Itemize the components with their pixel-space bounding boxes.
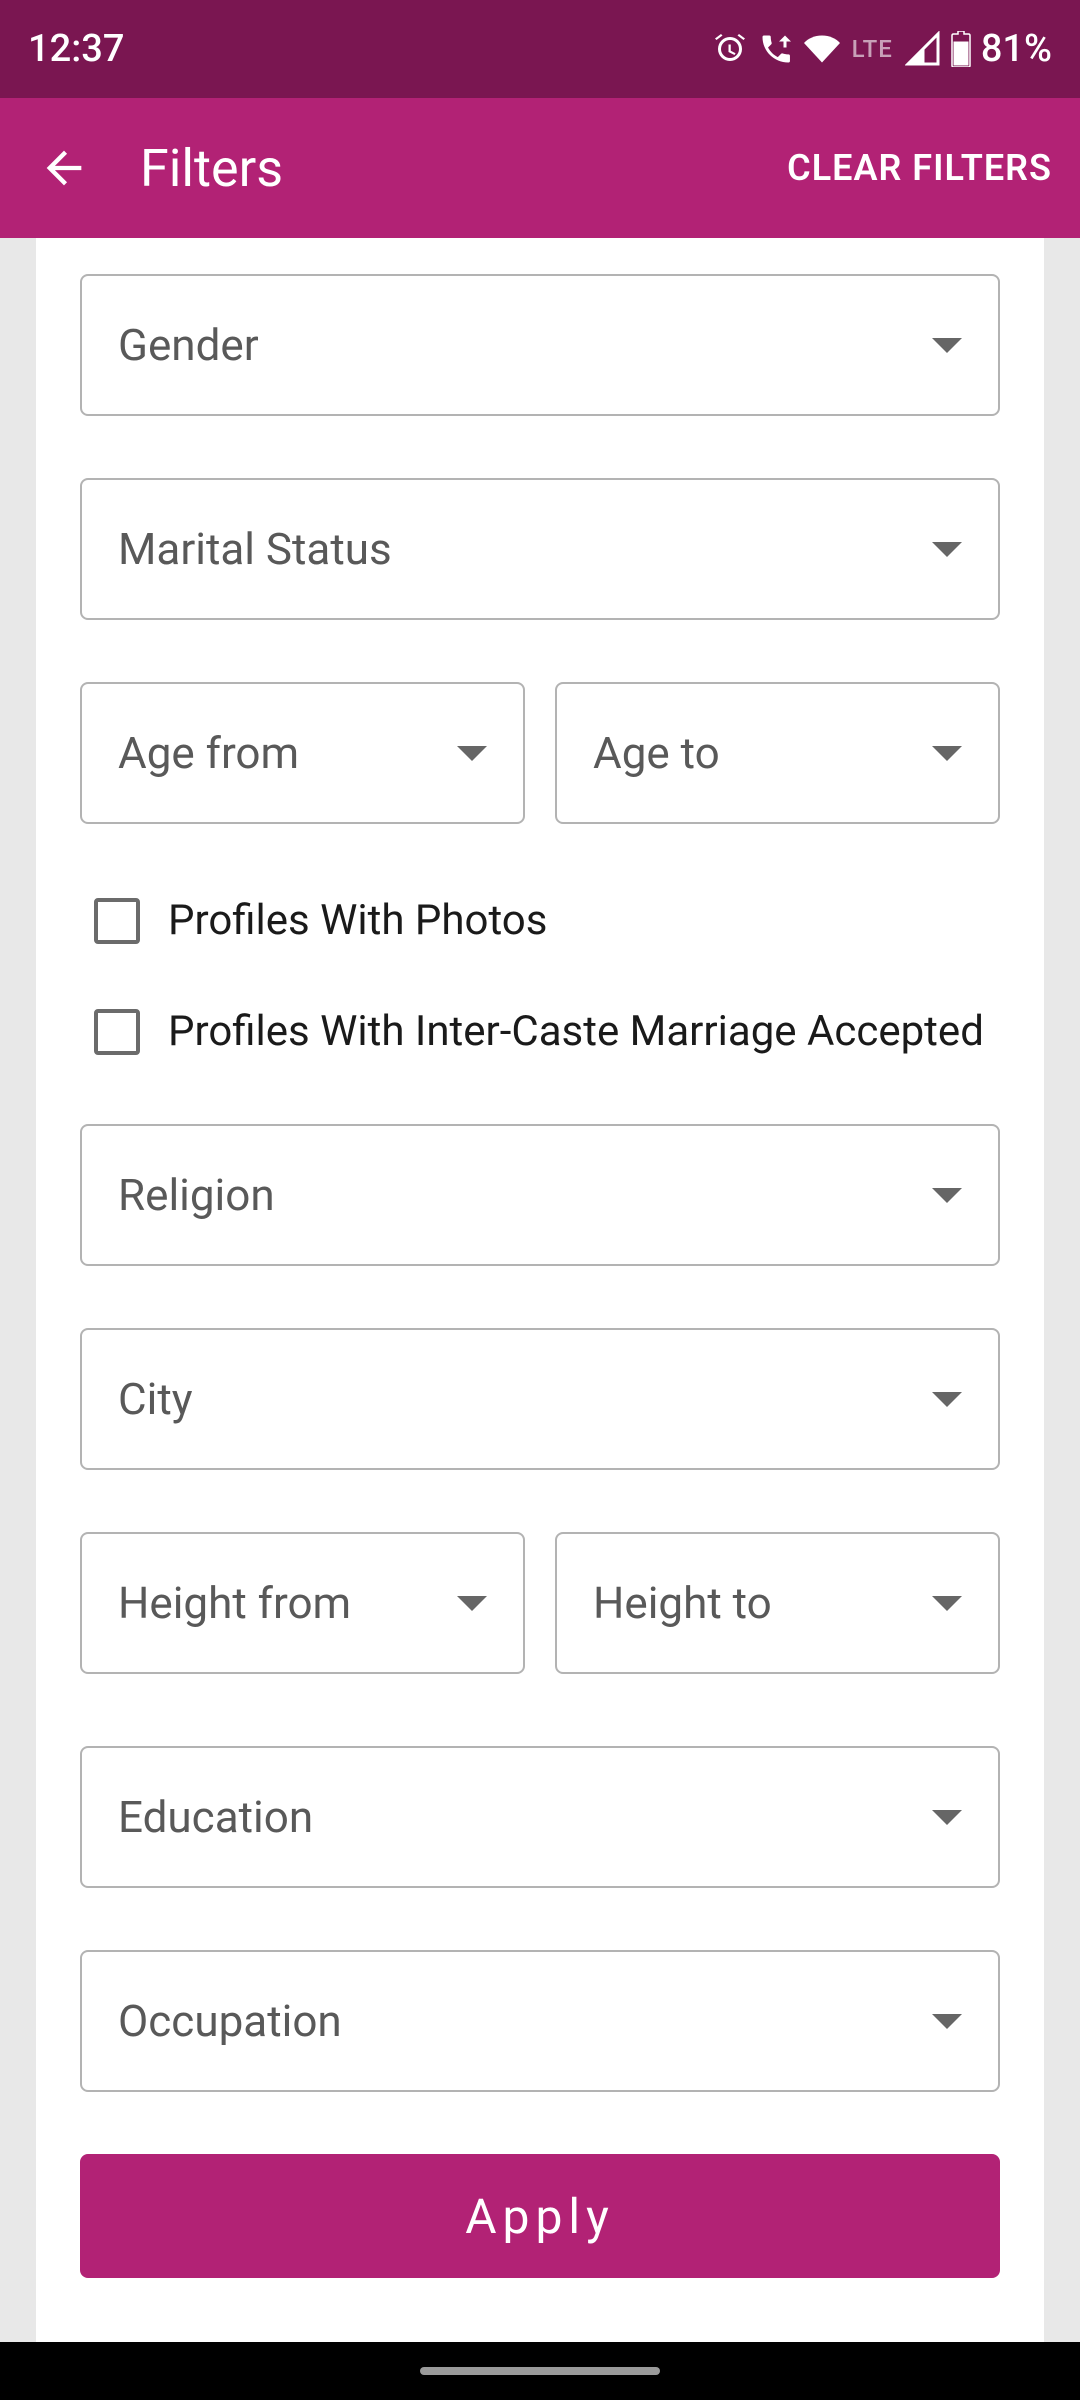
back-button[interactable] xyxy=(38,142,90,194)
city-dropdown[interactable]: City xyxy=(80,1328,1000,1470)
intercaste-checkbox-row[interactable]: Profiles With Inter-Caste Marriage Accep… xyxy=(80,1007,1000,1056)
height-to-label: Height to xyxy=(593,1577,772,1629)
page-title: Filters xyxy=(140,138,787,199)
height-from-dropdown[interactable]: Height from xyxy=(80,1532,525,1674)
marital-status-label: Marital Status xyxy=(118,523,392,575)
apply-label: Apply xyxy=(465,2188,615,2245)
chevron-down-icon xyxy=(457,1596,487,1611)
chevron-down-icon xyxy=(932,2014,962,2029)
occupation-dropdown[interactable]: Occupation xyxy=(80,1950,1000,2092)
chevron-down-icon xyxy=(932,338,962,353)
checkbox-icon xyxy=(94,1009,140,1055)
status-time: 12:37 xyxy=(28,27,124,71)
religion-dropdown[interactable]: Religion xyxy=(80,1124,1000,1266)
gender-label: Gender xyxy=(118,319,259,371)
chevron-down-icon xyxy=(932,1596,962,1611)
android-nav-bar xyxy=(0,2342,1080,2400)
chevron-down-icon xyxy=(932,1188,962,1203)
clear-filters-button[interactable]: CLEAR FILTERS xyxy=(787,147,1052,189)
chevron-down-icon xyxy=(457,746,487,761)
alarm-icon xyxy=(712,31,748,67)
gender-dropdown[interactable]: Gender xyxy=(80,274,1000,416)
photos-checkbox-row[interactable]: Profiles With Photos xyxy=(80,896,1000,945)
lte-label: LTE xyxy=(852,35,893,63)
age-from-dropdown[interactable]: Age from xyxy=(80,682,525,824)
chevron-down-icon xyxy=(932,1392,962,1407)
filters-card: Gender Marital Status Age from Age to Pr… xyxy=(36,238,1044,2342)
content-area: Gender Marital Status Age from Age to Pr… xyxy=(0,238,1080,2342)
city-label: City xyxy=(118,1373,193,1425)
age-to-dropdown[interactable]: Age to xyxy=(555,682,1000,824)
height-to-dropdown[interactable]: Height to xyxy=(555,1532,1000,1674)
occupation-label: Occupation xyxy=(118,1995,342,2047)
chevron-down-icon xyxy=(932,746,962,761)
photos-checkbox-label: Profiles With Photos xyxy=(168,896,547,945)
education-label: Education xyxy=(118,1791,313,1843)
intercaste-checkbox-label: Profiles With Inter-Caste Marriage Accep… xyxy=(168,1007,984,1056)
chevron-down-icon xyxy=(932,542,962,557)
education-dropdown[interactable]: Education xyxy=(80,1746,1000,1888)
battery-percent: 81% xyxy=(981,27,1052,71)
signal-icon xyxy=(905,31,941,67)
height-from-label: Height from xyxy=(118,1577,351,1629)
age-to-label: Age to xyxy=(593,727,720,779)
status-bar: 12:37 LTE 81% xyxy=(0,0,1080,98)
wifi-call-icon xyxy=(758,31,794,67)
nav-pill[interactable] xyxy=(420,2367,660,2375)
religion-label: Religion xyxy=(118,1169,275,1221)
checkbox-icon xyxy=(94,898,140,944)
marital-status-dropdown[interactable]: Marital Status xyxy=(80,478,1000,620)
app-bar: Filters CLEAR FILTERS xyxy=(0,98,1080,238)
age-from-label: Age from xyxy=(118,727,299,779)
battery-icon xyxy=(951,31,971,67)
apply-button[interactable]: Apply xyxy=(80,2154,1000,2278)
chevron-down-icon xyxy=(932,1810,962,1825)
status-icons: LTE 81% xyxy=(712,27,1052,71)
arrow-left-icon xyxy=(38,142,90,194)
wifi-icon xyxy=(804,31,840,67)
